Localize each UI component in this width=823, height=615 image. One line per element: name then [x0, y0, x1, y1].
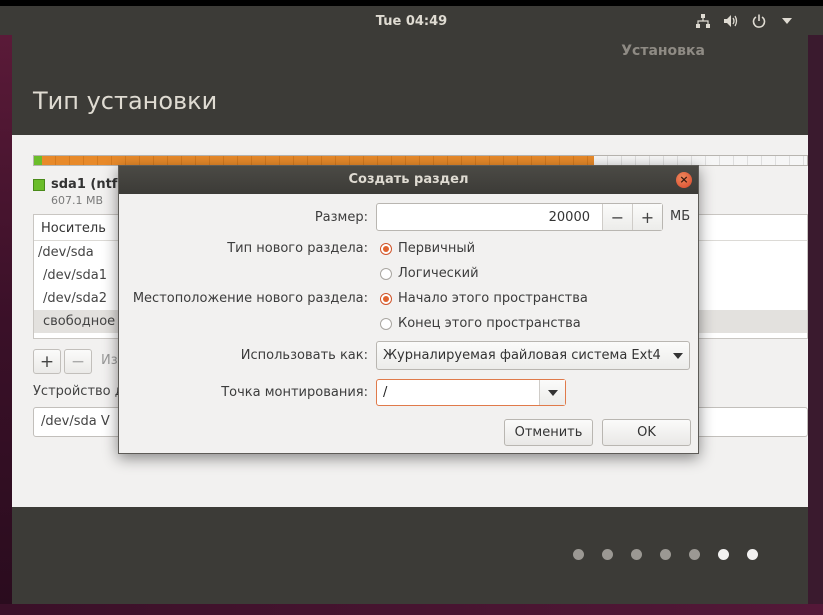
- radio-location-begin-label: Начало этого пространства: [398, 291, 588, 306]
- radio-logical-dot[interactable]: [380, 267, 392, 280]
- progress-dots: [573, 549, 758, 560]
- partition-segment-sda1: [34, 156, 42, 165]
- radio-location-end-dot[interactable]: [380, 317, 392, 330]
- power-icon[interactable]: [751, 13, 767, 29]
- size-decrease-button[interactable]: −: [602, 204, 632, 230]
- partition-type-label: Тип нового раздела:: [227, 241, 368, 256]
- mount-point-label: Точка монтирования:: [221, 385, 368, 400]
- radio-logical-label: Логический: [398, 266, 479, 281]
- dialog-titlebar: Создать раздел ×: [119, 166, 698, 194]
- partition-legend: sda1 (ntfs: [33, 177, 125, 192]
- radio-location-begin[interactable]: Начало этого пространства: [380, 291, 588, 306]
- use-as-value: Журналируемая файловая система Ext4: [383, 348, 661, 363]
- chevron-down-icon[interactable]: [779, 13, 795, 29]
- size-increase-button[interactable]: +: [632, 204, 662, 230]
- cancel-button[interactable]: Отменить: [504, 419, 593, 446]
- ok-button[interactable]: OK: [602, 419, 691, 446]
- size-unit: МБ: [670, 209, 691, 224]
- radio-primary-label: Первичный: [398, 241, 476, 256]
- use-as-label: Использовать как:: [240, 348, 368, 363]
- network-icon[interactable]: [695, 13, 711, 29]
- desktop-edge-right: [808, 35, 823, 610]
- system-tray: [695, 13, 795, 29]
- legend-name: sda1 (ntfs: [51, 177, 126, 192]
- radio-location-end-label: Конец этого пространства: [398, 316, 581, 331]
- add-partition-button[interactable]: +: [33, 349, 61, 374]
- create-partition-dialog: Создать раздел × Размер: 20000 − + МБ Ти…: [118, 165, 699, 454]
- bootloader-label: Устройство д: [33, 384, 124, 399]
- radio-primary-dot[interactable]: [380, 242, 392, 255]
- radio-primary[interactable]: Первичный: [380, 241, 475, 256]
- radio-location-begin-dot[interactable]: [380, 292, 392, 305]
- remove-partition-button[interactable]: −: [64, 349, 92, 374]
- top-panel: Tue 04:49: [0, 0, 823, 35]
- size-label: Размер:: [314, 210, 368, 225]
- progress-dot: [747, 549, 758, 560]
- radio-location-end[interactable]: Конец этого пространства: [380, 316, 581, 331]
- window-title: Установка: [621, 43, 705, 59]
- partition-segment-sda2: [42, 156, 594, 165]
- mount-point-input[interactable]: /: [377, 380, 539, 405]
- legend-size: 607.1 MB: [51, 194, 104, 207]
- close-icon[interactable]: ×: [676, 172, 692, 188]
- progress-dot: [689, 549, 700, 560]
- progress-dot: [718, 549, 729, 560]
- radio-logical[interactable]: Логический: [380, 266, 479, 281]
- progress-dot: [602, 549, 613, 560]
- chevron-down-icon[interactable]: [673, 353, 683, 359]
- installer-footer: [12, 507, 808, 604]
- size-input[interactable]: 20000: [377, 204, 602, 230]
- desktop-edge-left: [0, 35, 12, 610]
- dropdown-arrow-icon[interactable]: [539, 380, 565, 405]
- legend-swatch: [33, 178, 45, 191]
- partition-location-label: Местоположение нового раздела:: [132, 291, 368, 306]
- installer-header: Установка Тип установки: [12, 35, 808, 135]
- progress-dot: [573, 549, 584, 560]
- partition-segment-free: [594, 156, 807, 165]
- mount-point-combo[interactable]: /: [376, 379, 566, 406]
- page-title: Тип установки: [33, 87, 218, 115]
- use-as-select[interactable]: Журналируемая файловая система Ext4: [376, 341, 690, 370]
- desktop-edge-bottom: [0, 604, 823, 615]
- volume-icon[interactable]: [723, 13, 739, 29]
- progress-dot: [631, 549, 642, 560]
- dialog-title: Создать раздел: [348, 172, 469, 187]
- progress-dot: [660, 549, 671, 560]
- size-stepper[interactable]: 20000 − +: [376, 203, 663, 231]
- table-toolbar: + − Из: [33, 349, 124, 374]
